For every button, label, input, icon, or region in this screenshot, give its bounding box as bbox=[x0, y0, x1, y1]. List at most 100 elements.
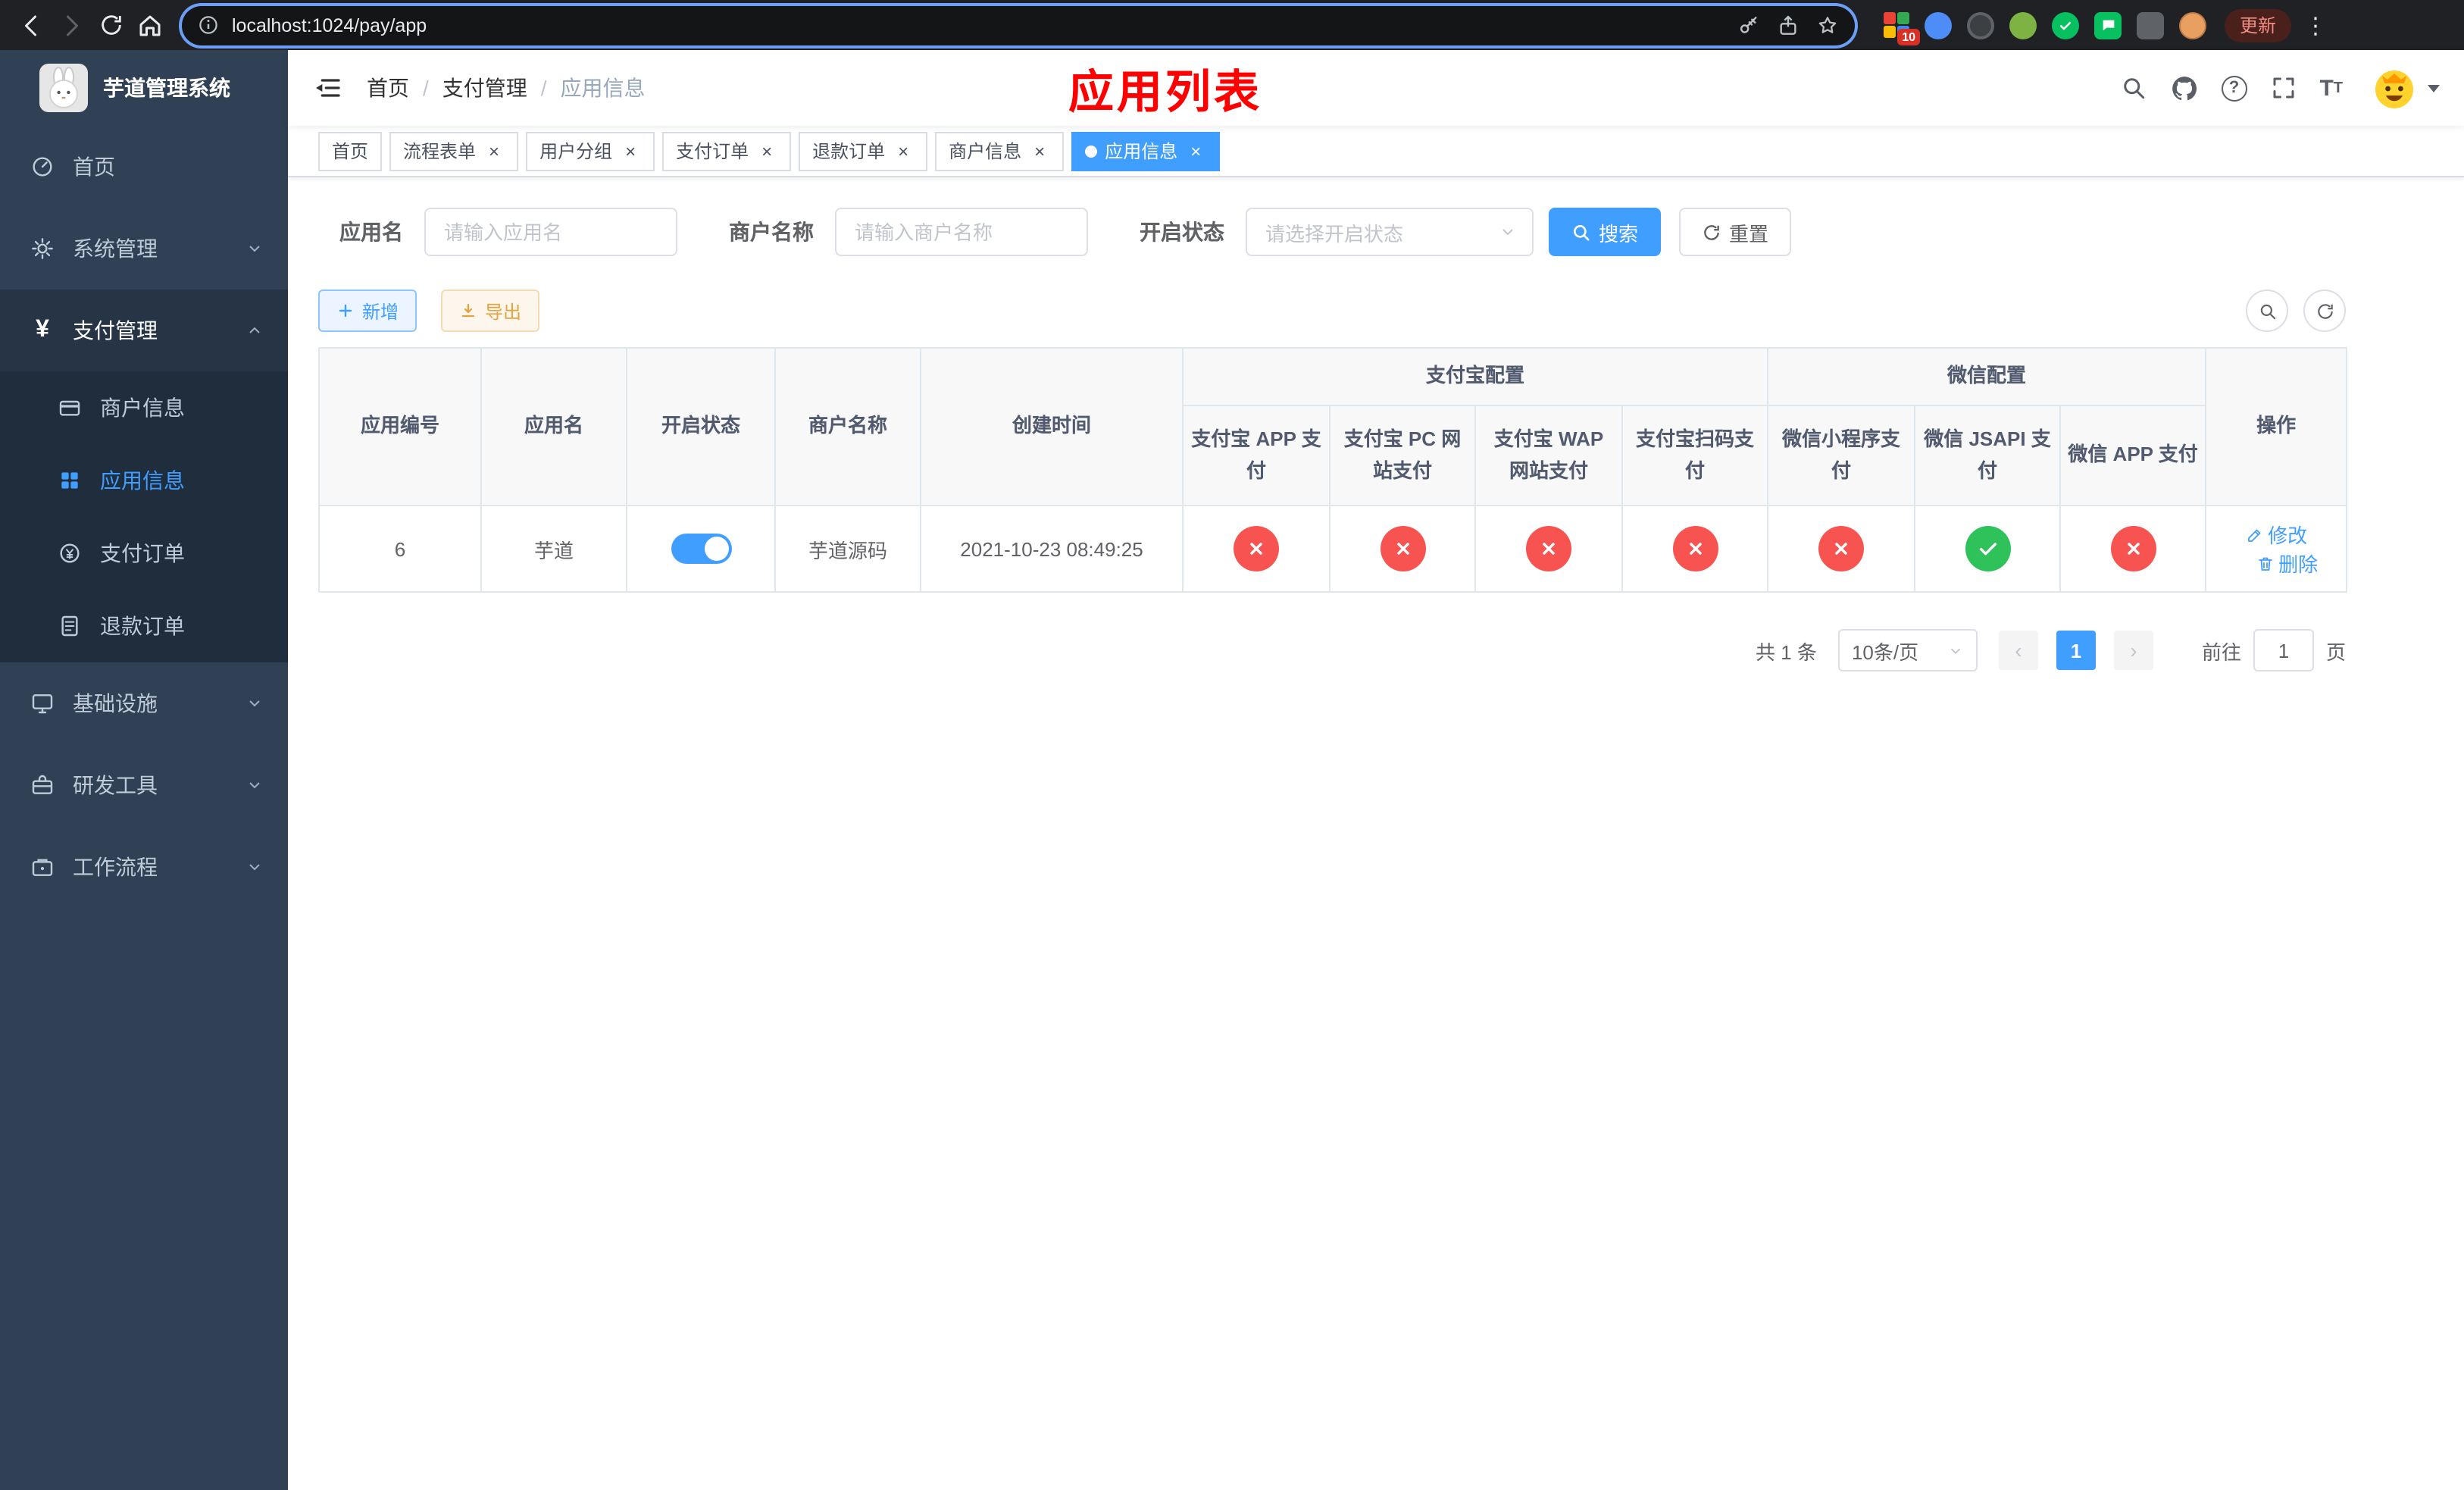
app-logo[interactable]: 芋道管理系统 bbox=[0, 50, 288, 126]
tab-payment-orders[interactable]: 支付订单 × bbox=[662, 131, 792, 171]
col-alipay-app: 支付宝 APP 支付 bbox=[1182, 405, 1330, 506]
browser-toolbar: localhost:1024/pay/app 10 更新 ⋮ bbox=[0, 0, 2464, 50]
reset-button[interactable]: 重置 bbox=[1679, 208, 1792, 256]
export-button[interactable]: 导出 bbox=[441, 290, 540, 332]
sidebar-item-workflow[interactable]: 工作流程 bbox=[0, 826, 288, 908]
github-icon[interactable] bbox=[2169, 74, 2198, 102]
browser-home-button[interactable] bbox=[130, 5, 170, 45]
document-icon bbox=[58, 614, 82, 638]
col-alipay-qr: 支付宝扫码支付 bbox=[1621, 405, 1769, 506]
url-text[interactable]: localhost:1024/pay/app bbox=[232, 14, 1721, 36]
prev-page-button[interactable]: ‹ bbox=[1998, 631, 2038, 670]
extension-grid-icon[interactable]: 10 bbox=[1882, 11, 1920, 45]
top-navbar: 首页 / 支付管理 / 应用信息 应用列表 ? T T bbox=[288, 50, 2464, 126]
browser-back-button[interactable] bbox=[12, 5, 52, 45]
browser-refresh-button[interactable] bbox=[91, 5, 130, 45]
col-create-time: 创建时间 bbox=[920, 347, 1184, 506]
user-menu[interactable] bbox=[2372, 65, 2440, 111]
extension-badge: 10 bbox=[1897, 28, 1920, 45]
close-icon[interactable]: × bbox=[1029, 140, 1050, 161]
address-bar[interactable]: localhost:1024/pay/app bbox=[182, 5, 1855, 45]
extension-avatar-icon[interactable] bbox=[2009, 11, 2037, 39]
sidebar-item-home[interactable]: 首页 bbox=[0, 126, 288, 208]
pay-order-icon bbox=[58, 541, 82, 565]
breadcrumb-separator: / bbox=[423, 76, 429, 100]
sidebar-item-dev-tools[interactable]: 研发工具 bbox=[0, 744, 288, 826]
refresh-icon bbox=[2317, 303, 2332, 318]
close-icon[interactable]: × bbox=[1185, 140, 1206, 161]
next-page-button[interactable]: › bbox=[2113, 631, 2153, 670]
breadcrumb-payment[interactable]: 支付管理 bbox=[442, 73, 527, 103]
password-key-icon[interactable] bbox=[1737, 13, 1761, 37]
breadcrumb-home[interactable]: 首页 bbox=[367, 73, 409, 103]
col-group-wechat: 微信配置 bbox=[1767, 347, 2207, 406]
extension-blue-icon[interactable] bbox=[1925, 11, 1952, 39]
font-size-icon[interactable]: TT bbox=[2319, 75, 2343, 101]
profile-avatar-icon[interactable] bbox=[2179, 11, 2206, 39]
help-icon[interactable]: ? bbox=[2221, 75, 2247, 101]
tab-home[interactable]: 首页 bbox=[318, 131, 383, 171]
delete-button[interactable]: 删除 bbox=[2256, 549, 2318, 578]
tab-user-group[interactable]: 用户分组 × bbox=[526, 131, 655, 171]
screen: localhost:1024/pay/app 10 更新 ⋮ 芋道管理系统 首页… bbox=[0, 0, 2464, 1490]
merchant-name-input[interactable] bbox=[835, 208, 1088, 256]
extension-puzzle-icon[interactable] bbox=[2137, 11, 2164, 39]
tab-app-info[interactable]: 应用信息 × bbox=[1071, 131, 1221, 171]
browser-update-button[interactable]: 更新 bbox=[2225, 8, 2292, 42]
active-dot bbox=[1085, 145, 1098, 157]
search-icon bbox=[1574, 224, 1590, 240]
extension-dark-icon[interactable] bbox=[1967, 11, 1994, 39]
sidebar-item-merchant-info[interactable]: 商户信息 bbox=[0, 371, 288, 444]
fullscreen-icon[interactable] bbox=[2269, 74, 2297, 102]
tab-process-form[interactable]: 流程表单 × bbox=[389, 131, 519, 171]
page-unit-label: 页 bbox=[2325, 640, 2346, 663]
page-info-icon[interactable] bbox=[197, 14, 220, 36]
share-icon[interactable] bbox=[1776, 13, 1800, 37]
bookmark-star-icon[interactable] bbox=[1815, 13, 1840, 37]
close-icon[interactable]: × bbox=[756, 140, 777, 161]
extension-chat-icon[interactable] bbox=[2094, 11, 2122, 39]
sidebar-item-payment[interactable]: ¥ 支付管理 bbox=[0, 290, 288, 371]
search-button[interactable]: 搜索 bbox=[1549, 208, 1662, 256]
enable-switch[interactable] bbox=[671, 534, 731, 564]
add-button[interactable]: 新增 bbox=[318, 290, 417, 332]
app-name-input[interactable] bbox=[424, 208, 677, 256]
refresh-table-button[interactable] bbox=[2303, 290, 2346, 332]
close-icon[interactable]: × bbox=[483, 140, 505, 161]
total-count: 共 1 条 bbox=[1756, 640, 1817, 663]
download-icon bbox=[461, 303, 475, 318]
refresh-icon bbox=[1704, 224, 1719, 239]
chevron-down-icon bbox=[245, 776, 264, 794]
extension-green-check-icon[interactable] bbox=[2052, 11, 2079, 39]
cell-actions: 修改 删除 bbox=[2205, 505, 2348, 593]
edit-button[interactable]: 修改 bbox=[2245, 520, 2307, 549]
browser-menu-icon[interactable]: ⋮ bbox=[2303, 11, 2328, 39]
app-title: 芋道管理系统 bbox=[103, 76, 230, 100]
sidebar-item-payment-orders[interactable]: 支付订单 bbox=[0, 517, 288, 590]
page-size-select[interactable]: 10条/页 bbox=[1837, 629, 1978, 671]
hamburger-icon[interactable] bbox=[312, 73, 342, 103]
current-page-button[interactable]: 1 bbox=[2056, 631, 2096, 670]
merchant-name-label: 商户名称 bbox=[729, 220, 814, 244]
close-icon[interactable]: × bbox=[620, 140, 641, 161]
goto-page-input[interactable] bbox=[2253, 629, 2314, 671]
pagination: 共 1 条 10条/页 ‹ 1 › 前往 1 页 bbox=[318, 629, 2346, 671]
breadcrumb-separator: / bbox=[540, 76, 547, 100]
close-icon[interactable]: × bbox=[893, 140, 914, 161]
tab-merchant-info[interactable]: 商户信息 × bbox=[935, 131, 1065, 171]
sidebar-item-refund-orders[interactable]: 退款订单 bbox=[0, 590, 288, 662]
caret-down-icon bbox=[2428, 84, 2440, 92]
sidebar-item-infrastructure[interactable]: 基础设施 bbox=[0, 662, 288, 744]
gear-icon bbox=[30, 236, 55, 261]
browser-forward-button[interactable] bbox=[52, 5, 91, 45]
toggle-search-button[interactable] bbox=[2246, 290, 2288, 332]
status-label: 开启状态 bbox=[1140, 220, 1224, 244]
app-table: 应用编号 应用名 开启状态 商户名称 创建时间 支付宝配置 微信配置 操作 支付… bbox=[318, 347, 2348, 593]
sidebar-item-app-info[interactable]: 应用信息 bbox=[0, 444, 288, 517]
search-icon[interactable] bbox=[2119, 74, 2147, 102]
status-select[interactable]: 请选择开启状态 bbox=[1246, 208, 1534, 256]
tab-refund-orders[interactable]: 退款订单 × bbox=[799, 131, 928, 171]
status-fail-icon bbox=[1526, 526, 1571, 571]
chevron-down-icon bbox=[245, 239, 264, 258]
sidebar-item-system[interactable]: 系统管理 bbox=[0, 208, 288, 290]
